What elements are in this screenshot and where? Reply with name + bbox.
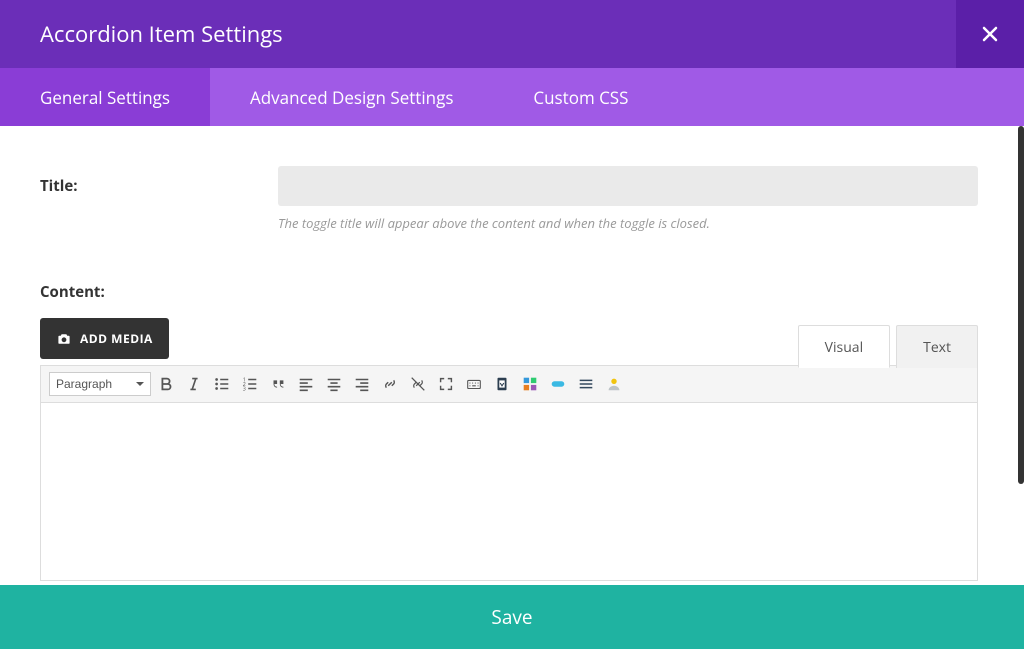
- clipboard-icon: [493, 375, 511, 393]
- unlink-icon: [409, 375, 427, 393]
- title-label: Title:: [40, 166, 278, 196]
- list-ul-icon: [213, 375, 231, 393]
- title-field-row: Title:: [40, 166, 978, 206]
- horizontal-rule-button[interactable]: [573, 372, 599, 396]
- fullscreen-icon: [437, 375, 455, 393]
- insert-link-button[interactable]: [377, 372, 403, 396]
- insert-user-button[interactable]: [601, 372, 627, 396]
- save-button[interactable]: Save: [0, 585, 1024, 649]
- italic-icon: [185, 375, 203, 393]
- modal-title: Accordion Item Settings: [40, 19, 283, 49]
- fullscreen-button[interactable]: [433, 372, 459, 396]
- title-input[interactable]: [278, 166, 978, 206]
- quote-icon: [269, 375, 287, 393]
- list-ol-icon: 123: [241, 375, 259, 393]
- numbered-list-button[interactable]: 123: [237, 372, 263, 396]
- save-button-label: Save: [491, 604, 532, 630]
- bold-icon: [157, 375, 175, 393]
- blockquote-button[interactable]: [265, 372, 291, 396]
- align-right-icon: [353, 375, 371, 393]
- italic-button[interactable]: [181, 372, 207, 396]
- bulleted-list-button[interactable]: [209, 372, 235, 396]
- content-label: Content:: [40, 282, 978, 302]
- svg-text:3: 3: [243, 384, 246, 392]
- editor-mode-tabs: Visual Text: [798, 325, 978, 368]
- tab-custom-css[interactable]: Custom CSS: [493, 68, 668, 126]
- align-center-button[interactable]: [321, 372, 347, 396]
- hr-icon: [577, 375, 595, 393]
- tab-general-settings[interactable]: General Settings: [0, 68, 210, 126]
- blocks-icon: [521, 375, 539, 393]
- insert-linkbox-button[interactable]: [545, 372, 571, 396]
- link-icon: [381, 375, 399, 393]
- close-button[interactable]: [956, 0, 1024, 68]
- settings-panel: Title: The toggle title will appear abov…: [0, 126, 1018, 585]
- align-center-icon: [325, 375, 343, 393]
- scrollbar-thumb[interactable]: [1018, 126, 1024, 484]
- toolbar-toggle-button[interactable]: [461, 372, 487, 396]
- paragraph-format-select[interactable]: Paragraph: [49, 372, 151, 396]
- title-help-text: The toggle title will appear above the c…: [278, 214, 978, 232]
- insert-shortcode-button[interactable]: [517, 372, 543, 396]
- tab-advanced-design-settings[interactable]: Advanced Design Settings: [210, 68, 493, 126]
- editor-tab-visual[interactable]: Visual: [798, 325, 890, 368]
- panel-scrollbar[interactable]: [1018, 126, 1024, 585]
- close-icon: [982, 26, 998, 42]
- content-editor-body[interactable]: [40, 403, 978, 581]
- modal-header: Accordion Item Settings: [0, 0, 1024, 68]
- title-input-wrap: [278, 166, 978, 206]
- tab-bar: General Settings Advanced Design Setting…: [0, 68, 1024, 126]
- remove-link-button[interactable]: [405, 372, 431, 396]
- add-media-label: ADD MEDIA: [80, 330, 153, 347]
- paste-word-button[interactable]: [489, 372, 515, 396]
- keyboard-icon: [465, 375, 483, 393]
- align-right-button[interactable]: [349, 372, 375, 396]
- user-icon: [605, 375, 623, 393]
- camera-icon: [56, 331, 72, 347]
- bold-button[interactable]: [153, 372, 179, 396]
- editor-toolbar: Paragraph 123: [40, 365, 978, 403]
- editor-tab-text[interactable]: Text: [896, 325, 978, 368]
- linkbox-icon: [549, 375, 567, 393]
- align-left-button[interactable]: [293, 372, 319, 396]
- align-left-icon: [297, 375, 315, 393]
- content-editor: Visual Text Paragraph 123: [40, 365, 978, 581]
- add-media-button[interactable]: ADD MEDIA: [40, 318, 169, 359]
